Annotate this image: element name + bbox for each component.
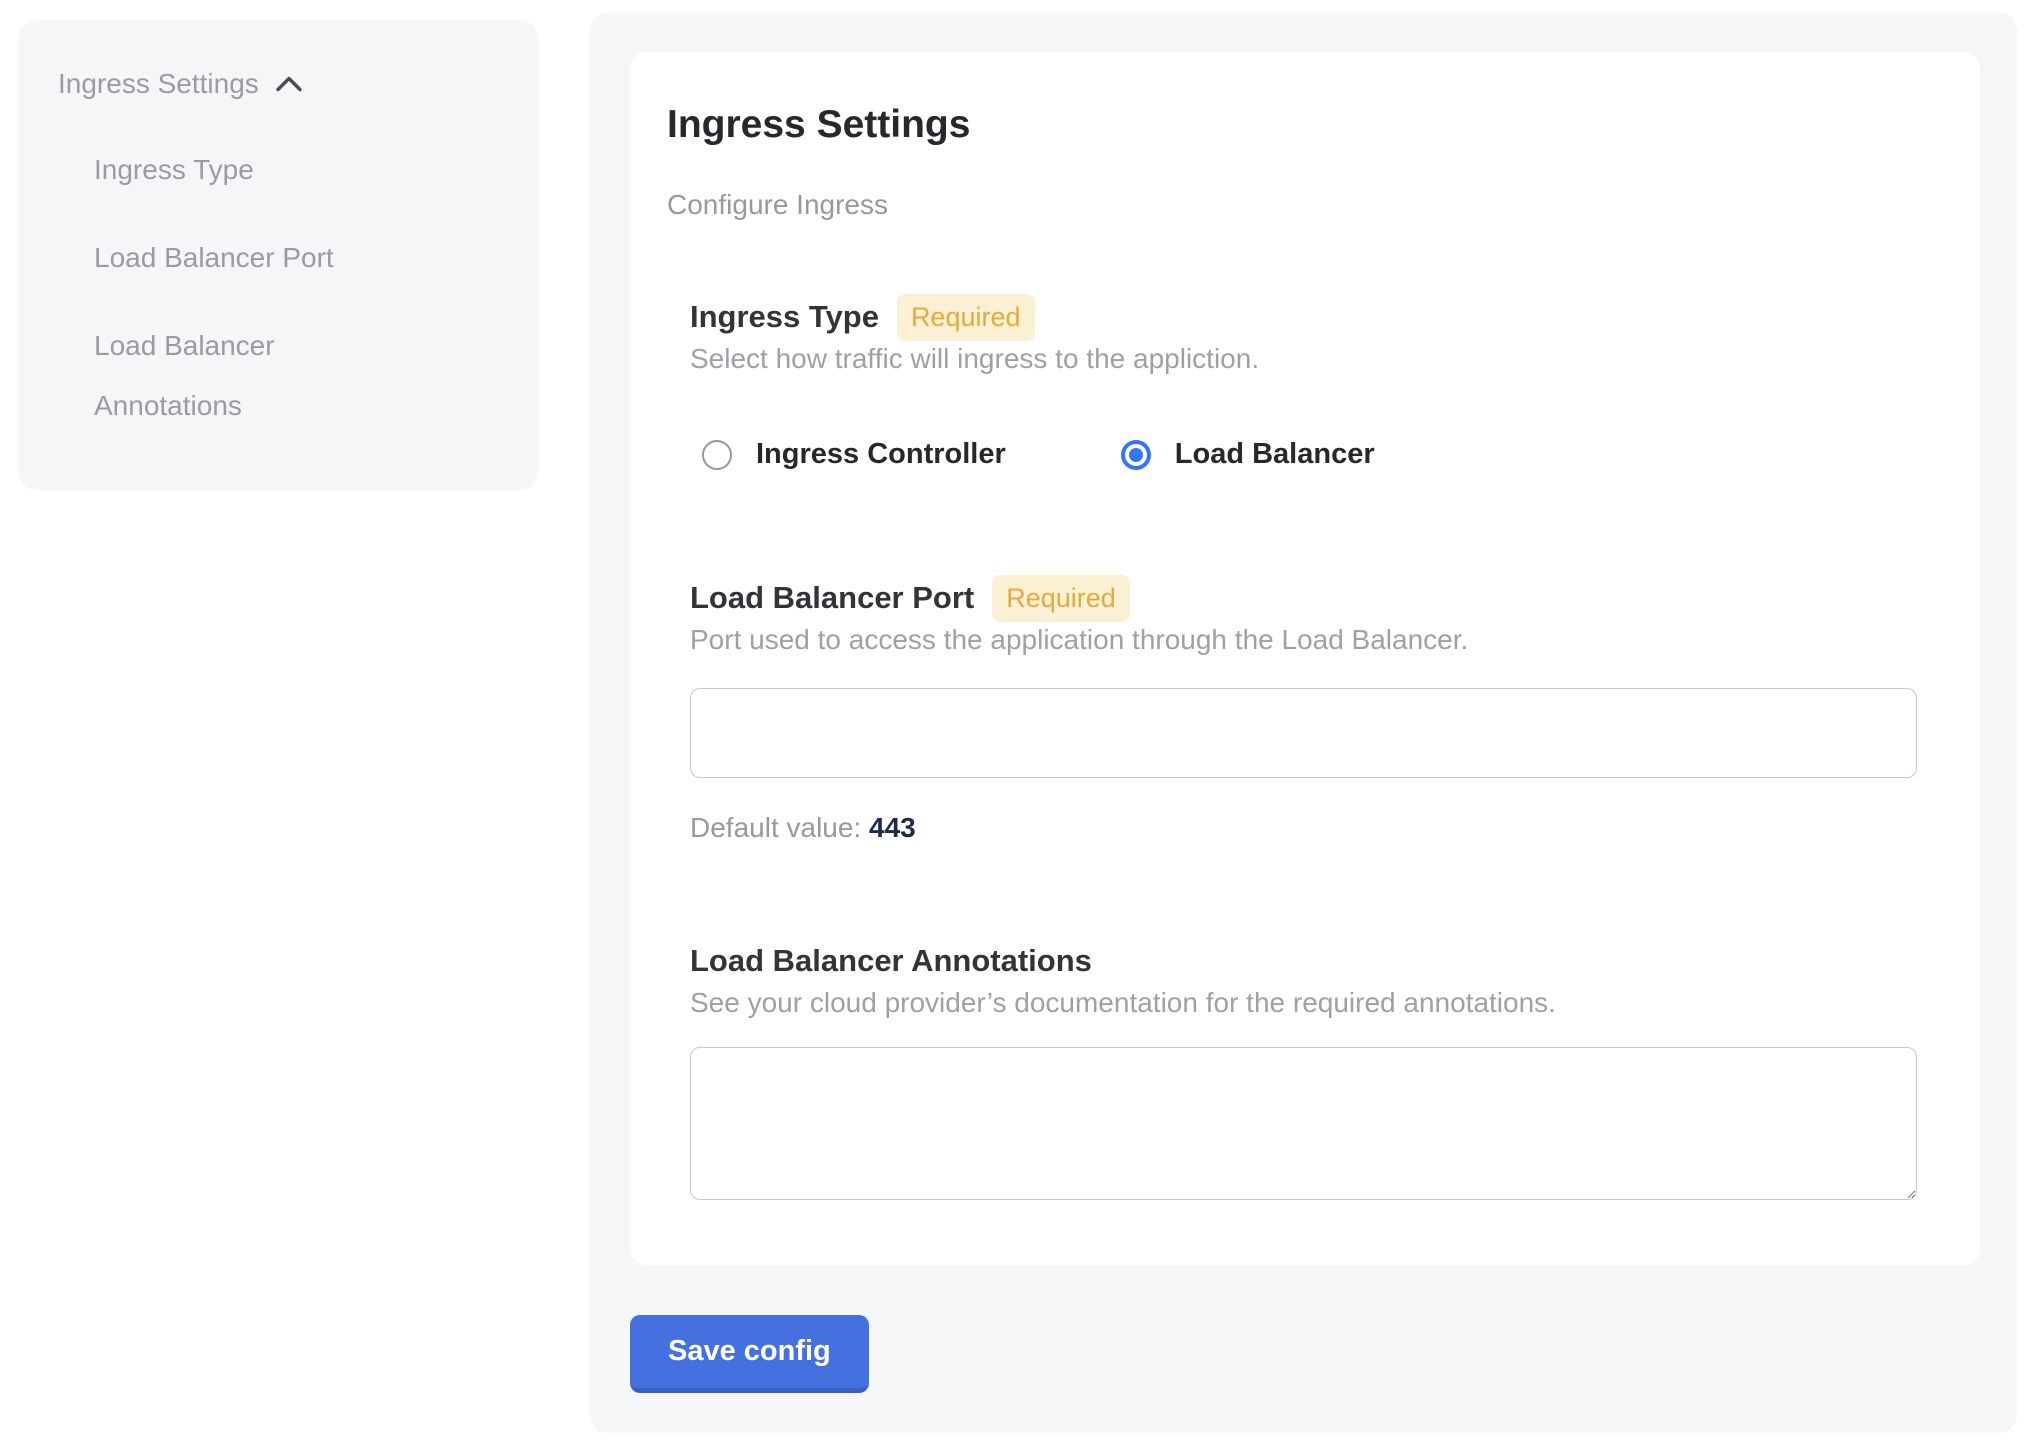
load-balancer-annotations-textarea[interactable] bbox=[690, 1047, 1917, 1200]
ingress-type-label: Ingress Type bbox=[690, 299, 879, 335]
page-title: Ingress Settings bbox=[667, 101, 1980, 149]
load-balancer-annotations-label: Load Balancer Annotations bbox=[690, 943, 1092, 979]
radio-option-ingress-controller[interactable]: Ingress Controller bbox=[702, 438, 1006, 471]
load-balancer-annotations-description: See your cloud provider’s documentation … bbox=[690, 986, 1917, 1020]
sidebar-section-ingress-settings[interactable]: Ingress Settings bbox=[58, 54, 508, 114]
section-load-balancer-annotations-header: Load Balancer Annotations bbox=[690, 938, 1917, 984]
load-balancer-port-description: Port used to access the application thro… bbox=[690, 623, 1917, 657]
required-badge: Required bbox=[897, 294, 1035, 341]
load-balancer-port-label: Load Balancer Port bbox=[690, 580, 974, 616]
radio-ingress-controller-label: Ingress Controller bbox=[756, 438, 1006, 471]
section-ingress-type: Ingress Type Required Select how traffic… bbox=[690, 294, 1917, 471]
page: Ingress Settings Ingress Type Load Balan… bbox=[0, 0, 2036, 1452]
section-load-balancer-port-header: Load Balancer Port Required bbox=[690, 575, 1917, 621]
ingress-settings-panel: Ingress Settings Configure Ingress Ingre… bbox=[590, 13, 2017, 1433]
ingress-type-radio-group: Ingress Controller Load Balancer bbox=[702, 438, 1917, 471]
default-value: 443 bbox=[869, 812, 916, 843]
ingress-settings-card: Ingress Settings Configure Ingress Ingre… bbox=[630, 52, 1980, 1265]
section-load-balancer-annotations: Load Balancer Annotations See your cloud… bbox=[690, 938, 1917, 1200]
save-config-button[interactable]: Save config bbox=[630, 1315, 869, 1393]
radio-load-balancer-icon[interactable] bbox=[1121, 440, 1151, 470]
sidebar-item-ingress-type[interactable]: Ingress Type bbox=[94, 140, 394, 200]
default-value-line: Default value: 443 bbox=[690, 811, 1917, 845]
ingress-type-description: Select how traffic will ingress to the a… bbox=[690, 342, 1917, 376]
section-load-balancer-port: Load Balancer Port Required Port used to… bbox=[690, 575, 1917, 845]
radio-option-load-balancer[interactable]: Load Balancer bbox=[1121, 438, 1375, 471]
sidebar-section-label: Ingress Settings bbox=[58, 54, 259, 114]
settings-nav-sidebar: Ingress Settings Ingress Type Load Balan… bbox=[18, 20, 538, 490]
load-balancer-port-input[interactable] bbox=[690, 688, 1917, 778]
sidebar-item-load-balancer-port[interactable]: Load Balancer Port bbox=[94, 228, 394, 288]
required-badge: Required bbox=[992, 575, 1130, 622]
chevron-up-icon bbox=[275, 75, 303, 93]
radio-load-balancer-label: Load Balancer bbox=[1175, 438, 1375, 471]
default-value-label: Default value: bbox=[690, 812, 861, 843]
page-subtitle: Configure Ingress bbox=[667, 188, 1980, 222]
section-ingress-type-header: Ingress Type Required bbox=[690, 294, 1917, 340]
sidebar-item-load-balancer-annotations[interactable]: Load Balancer Annotations bbox=[94, 316, 394, 436]
sidebar-items: Ingress Type Load Balancer Port Load Bal… bbox=[58, 140, 508, 436]
radio-ingress-controller-icon[interactable] bbox=[702, 440, 732, 470]
